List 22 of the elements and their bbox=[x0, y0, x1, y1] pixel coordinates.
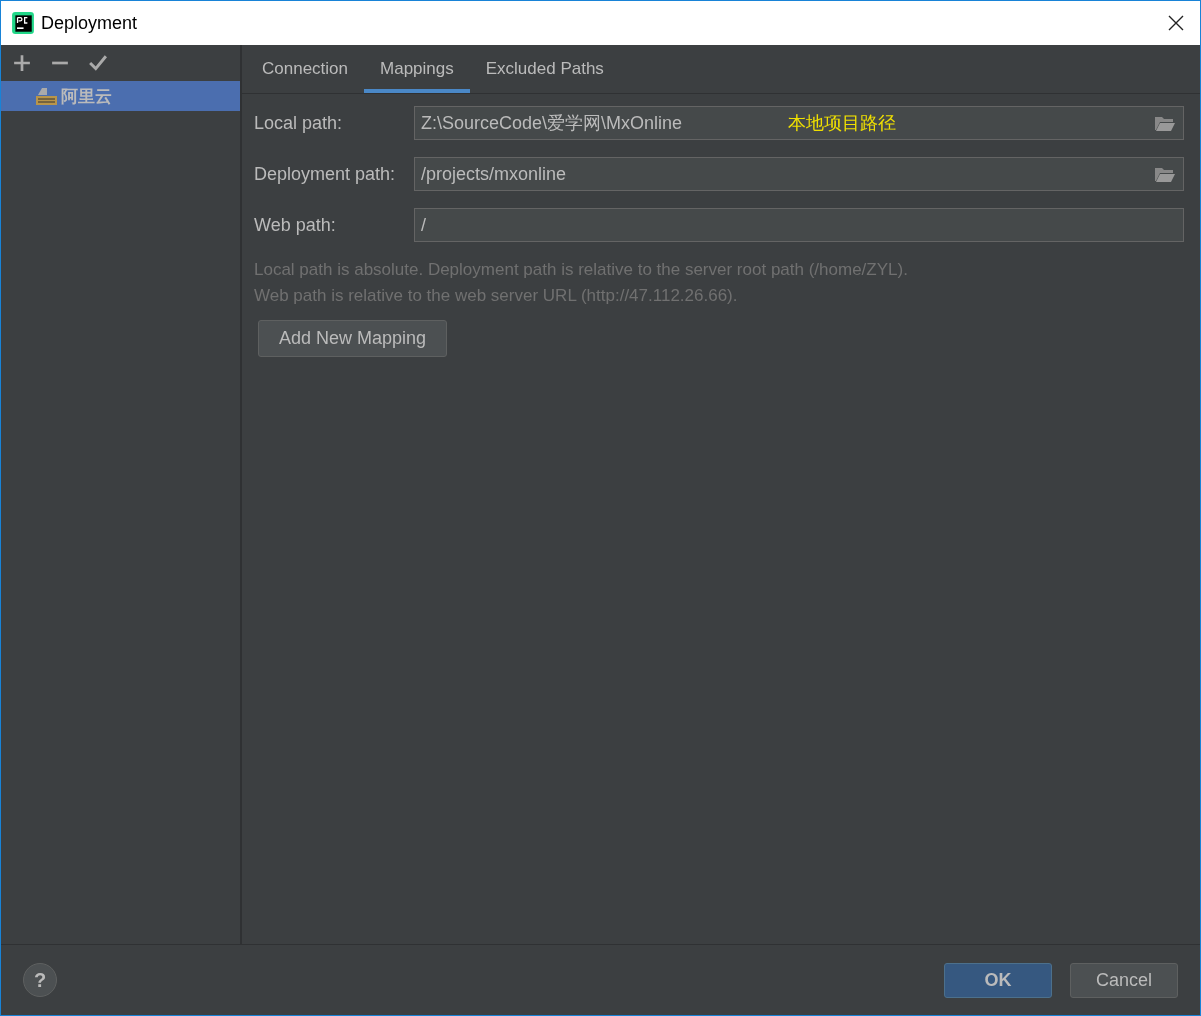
tab[interactable]: Connection bbox=[246, 45, 364, 93]
server-list-item[interactable]: 阿里云 bbox=[1, 81, 240, 111]
path-field[interactable]: / bbox=[414, 208, 1184, 242]
folder-icon[interactable] bbox=[1154, 165, 1176, 183]
path-field[interactable]: /projects/mxonline bbox=[414, 157, 1184, 191]
field-label: Deployment path: bbox=[254, 163, 397, 185]
annotation-text: 本地项目路径 bbox=[788, 112, 896, 135]
field-label: Web path: bbox=[254, 214, 337, 236]
app-logo-icon bbox=[11, 11, 35, 35]
field-label: Local path: bbox=[254, 112, 344, 134]
sftp-server-icon bbox=[33, 86, 57, 106]
close-icon[interactable] bbox=[1168, 15, 1184, 31]
add-icon[interactable] bbox=[13, 54, 31, 72]
cancel-button[interactable]: Cancel bbox=[1070, 962, 1178, 998]
help-button[interactable]: ? bbox=[23, 963, 57, 997]
folder-icon[interactable] bbox=[1154, 114, 1176, 132]
tab[interactable]: Excluded Paths bbox=[469, 45, 620, 93]
checkmark-icon[interactable] bbox=[89, 54, 107, 72]
window-title: Deployment bbox=[41, 12, 139, 34]
add-mapping-button[interactable]: Add New Mapping bbox=[258, 320, 448, 357]
tab[interactable]: Mappings bbox=[364, 45, 470, 93]
ok-button[interactable]: OK bbox=[944, 962, 1052, 998]
